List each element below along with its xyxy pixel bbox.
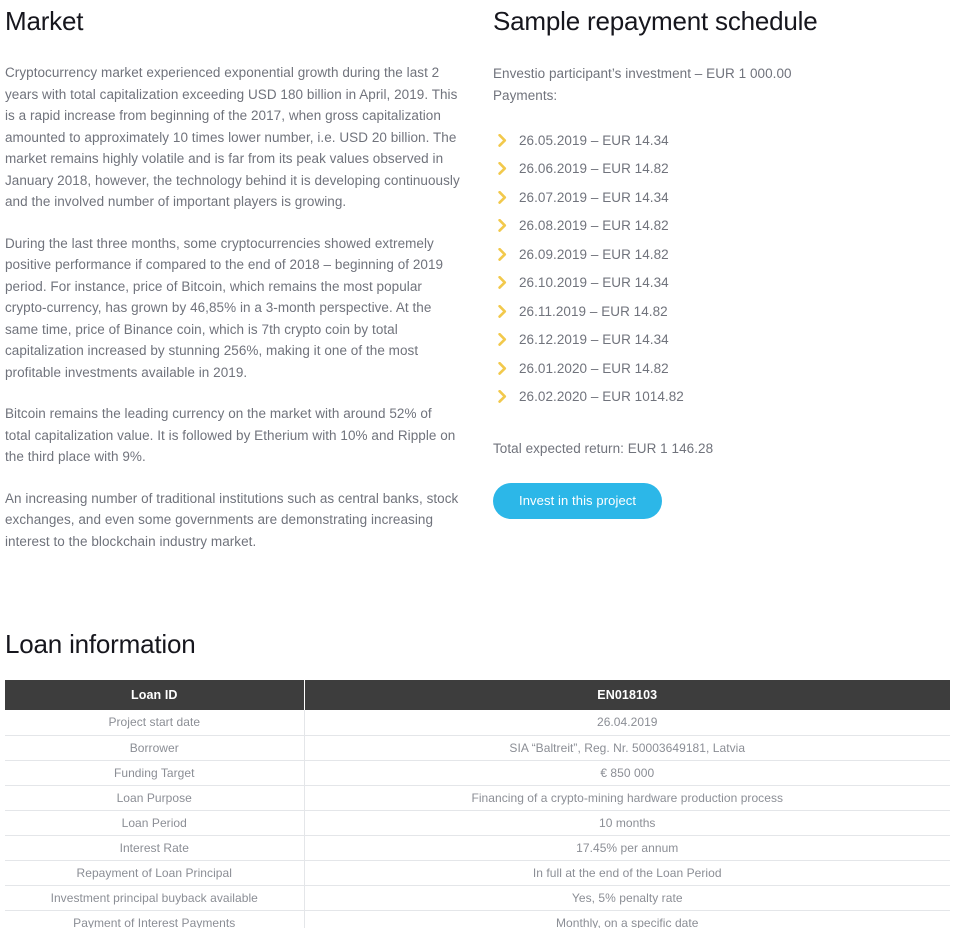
repayment-schedule-column: Sample repayment schedule Envestio parti… bbox=[480, 0, 955, 572]
list-item: 26.01.2020 – EUR 14.82 bbox=[493, 354, 950, 383]
loan-information-heading: Loan information bbox=[5, 629, 196, 659]
table-row: Loan Purpose Financing of a crypto-minin… bbox=[5, 785, 950, 811]
market-column: Market Cryptocurrency market experienced… bbox=[0, 0, 480, 572]
market-paragraph-1: Cryptocurrency market experienced expone… bbox=[5, 65, 460, 209]
row-key: Payment of Interest Payments bbox=[5, 910, 305, 928]
table-header-loan-id-value: EN018103 bbox=[304, 680, 950, 710]
loan-information-table: Loan ID EN018103 Project start date 26.0… bbox=[5, 680, 950, 928]
row-value: 10 months bbox=[304, 810, 950, 836]
payment-text: 26.02.2020 – EUR 1014.82 bbox=[519, 389, 684, 405]
payment-text: 26.06.2019 – EUR 14.82 bbox=[519, 161, 669, 177]
row-value: € 850 000 bbox=[304, 760, 950, 786]
list-item: 26.06.2019 – EUR 14.82 bbox=[493, 155, 950, 184]
list-item: 26.11.2019 – EUR 14.82 bbox=[493, 297, 950, 326]
table-row: Interest Rate 17.45% per annum bbox=[5, 835, 950, 861]
payment-text: 26.05.2019 – EUR 14.34 bbox=[519, 132, 669, 148]
table-row: Payment of Interest Payments Monthly, on… bbox=[5, 910, 950, 928]
payments-label: Payments: bbox=[493, 87, 558, 103]
list-item: 26.09.2019 – EUR 14.82 bbox=[493, 240, 950, 269]
invest-button[interactable]: Invest in this project bbox=[493, 483, 663, 519]
row-key: Loan Period bbox=[5, 810, 305, 836]
row-value: In full at the end of the Loan Period bbox=[304, 860, 950, 886]
chevron-right-icon bbox=[493, 162, 519, 176]
table-row: Project start date 26.04.2019 bbox=[5, 710, 950, 736]
investment-amount-line: Envestio participant’s investment – EUR … bbox=[493, 66, 792, 81]
payments-list: 26.05.2019 – EUR 14.34 26.06.2019 – EUR … bbox=[493, 126, 950, 411]
row-value: 26.04.2019 bbox=[304, 710, 950, 736]
total-expected-return: Total expected return: EUR 1 146.28 bbox=[493, 441, 714, 456]
row-value: SIA “Baltreit”, Reg. Nr. 50003649181, La… bbox=[304, 735, 950, 761]
list-item: 26.07.2019 – EUR 14.34 bbox=[493, 183, 950, 212]
row-value: Monthly, on a specific date bbox=[304, 910, 950, 928]
chevron-right-icon bbox=[493, 190, 519, 204]
payment-text: 26.07.2019 – EUR 14.34 bbox=[519, 189, 669, 205]
market-paragraph-3: Bitcoin remains the leading currency on … bbox=[5, 406, 456, 464]
table-header-row: Loan ID EN018103 bbox=[5, 680, 950, 710]
table-row: Funding Target € 850 000 bbox=[5, 760, 950, 786]
chevron-right-icon bbox=[493, 361, 519, 375]
project-details-page: Market Cryptocurrency market experienced… bbox=[0, 0, 955, 928]
table-row: Repayment of Loan Principal In full at t… bbox=[5, 860, 950, 886]
loan-information-section: Loan information Loan ID EN018103 Projec… bbox=[0, 628, 955, 928]
table-row: Loan Period 10 months bbox=[5, 810, 950, 836]
payment-text: 26.08.2019 – EUR 14.82 bbox=[519, 218, 669, 234]
payment-text: 26.11.2019 – EUR 14.82 bbox=[519, 303, 668, 319]
row-key: Borrower bbox=[5, 735, 305, 761]
schedule-intro: Envestio participant’s investment – EUR … bbox=[493, 63, 950, 106]
list-item: 26.08.2019 – EUR 14.82 bbox=[493, 212, 950, 241]
row-key: Investment principal buyback available bbox=[5, 885, 305, 911]
chevron-right-icon bbox=[493, 247, 519, 261]
table-body: Project start date 26.04.2019 Borrower S… bbox=[5, 710, 950, 928]
row-value: Yes, 5% penalty rate bbox=[304, 885, 950, 911]
chevron-right-icon bbox=[493, 390, 519, 404]
market-paragraph-2: During the last three months, some crypt… bbox=[5, 235, 444, 380]
row-key: Loan Purpose bbox=[5, 785, 305, 811]
table-head: Loan ID EN018103 bbox=[5, 680, 950, 710]
chevron-right-icon bbox=[493, 333, 519, 347]
list-item: 26.10.2019 – EUR 14.34 bbox=[493, 269, 950, 298]
row-value: Financing of a crypto-mining hardware pr… bbox=[304, 785, 950, 811]
chevron-right-icon bbox=[493, 276, 519, 290]
row-key: Project start date bbox=[5, 710, 305, 736]
list-item: 26.05.2019 – EUR 14.34 bbox=[493, 126, 950, 155]
payment-text: 26.09.2019 – EUR 14.82 bbox=[519, 246, 669, 262]
chevron-right-icon bbox=[493, 133, 519, 147]
chevron-right-icon bbox=[493, 219, 519, 233]
row-key: Interest Rate bbox=[5, 835, 305, 861]
market-paragraph-4: An increasing number of traditional inst… bbox=[5, 490, 459, 549]
schedule-heading: Sample repayment schedule bbox=[493, 6, 818, 36]
row-key: Funding Target bbox=[5, 760, 305, 786]
payment-text: 26.12.2019 – EUR 14.34 bbox=[519, 332, 669, 348]
chevron-right-icon bbox=[493, 304, 519, 318]
market-heading: Market bbox=[5, 6, 84, 36]
row-key: Repayment of Loan Principal bbox=[5, 860, 305, 886]
table-row: Borrower SIA “Baltreit”, Reg. Nr. 500036… bbox=[5, 735, 950, 761]
row-value: 17.45% per annum bbox=[304, 835, 950, 861]
list-item: 26.02.2020 – EUR 1014.82 bbox=[493, 383, 950, 412]
table-row: Investment principal buyback available Y… bbox=[5, 885, 950, 911]
top-columns: Market Cryptocurrency market experienced… bbox=[0, 0, 955, 572]
table-header-loan-id: Loan ID bbox=[5, 680, 305, 710]
payment-text: 26.10.2019 – EUR 14.34 bbox=[519, 275, 669, 291]
list-item: 26.12.2019 – EUR 14.34 bbox=[493, 326, 950, 355]
payment-text: 26.01.2020 – EUR 14.82 bbox=[519, 360, 669, 376]
